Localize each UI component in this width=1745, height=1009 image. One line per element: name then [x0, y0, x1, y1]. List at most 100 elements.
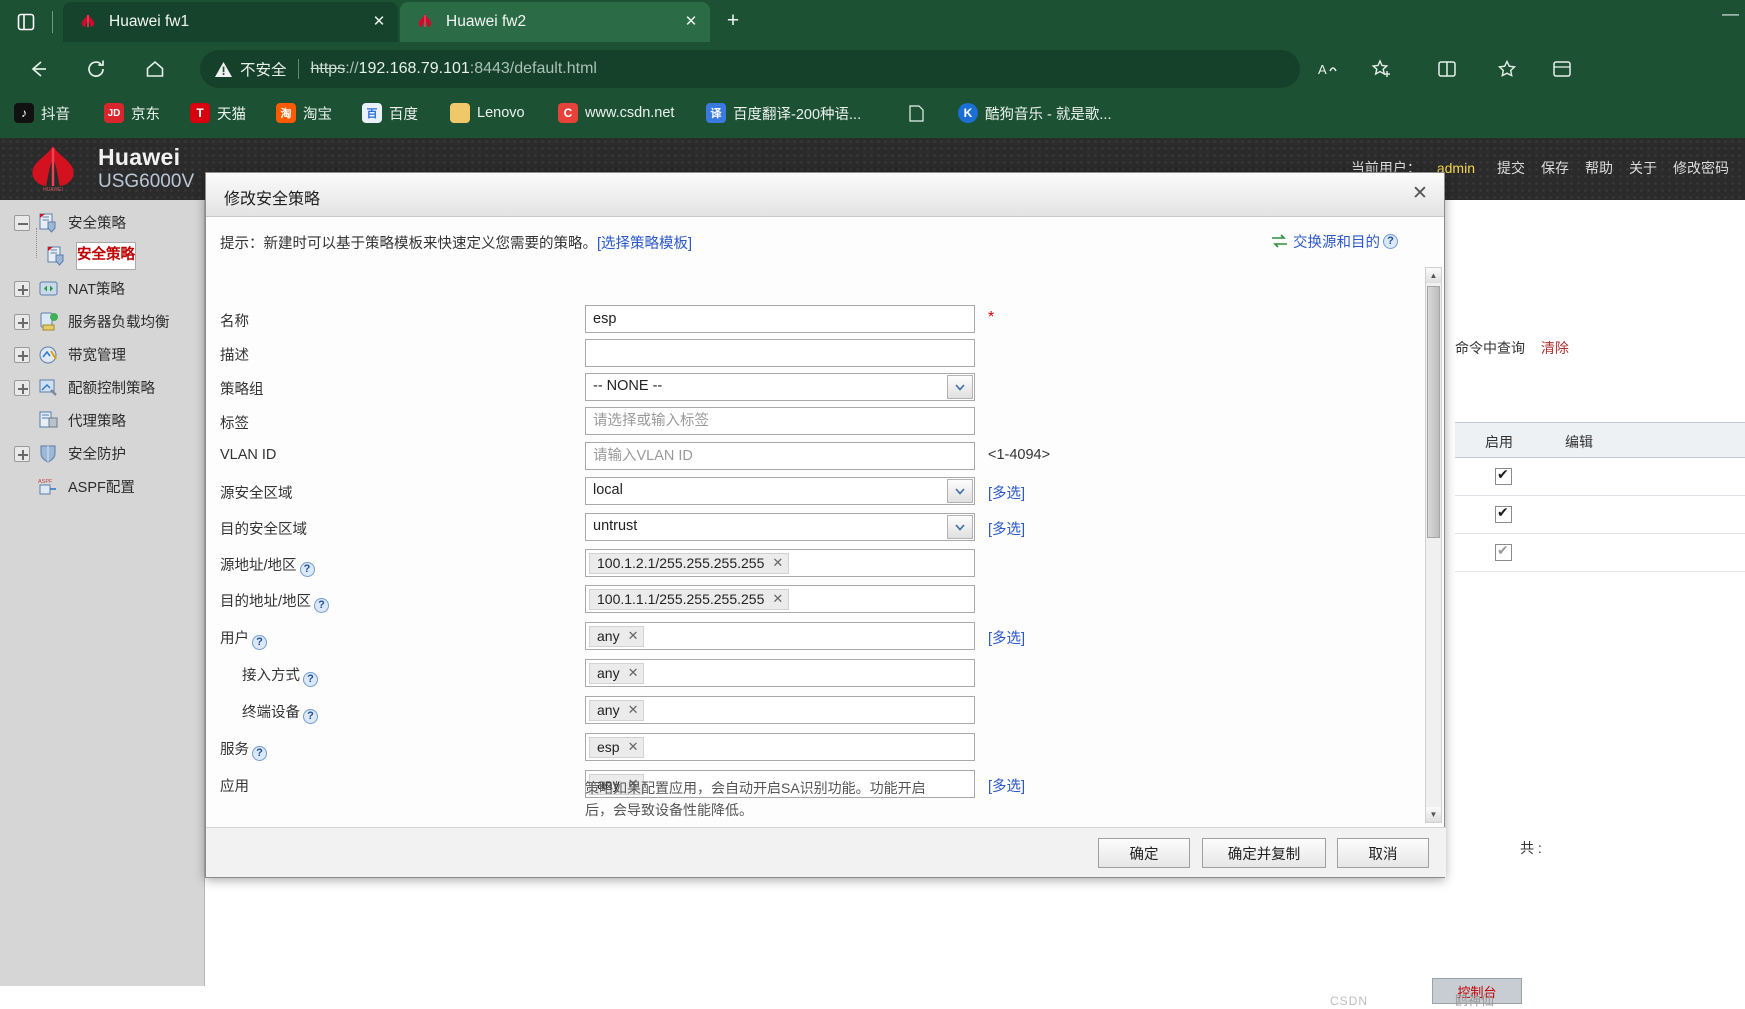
bookmark-item[interactable]: Lenovo — [444, 98, 531, 128]
dialog-scrollbar[interactable]: ▲ ▼ — [1425, 267, 1442, 823]
home-icon[interactable] — [139, 53, 171, 85]
service-tagbox[interactable]: esp ✕ — [585, 733, 975, 761]
remove-tag-icon[interactable]: ✕ — [628, 702, 639, 718]
scroll-thumb[interactable] — [1427, 286, 1440, 538]
reload-icon[interactable] — [80, 53, 112, 85]
sidebar-item-server-load-balance[interactable]: 服务器负载均衡 — [14, 305, 170, 338]
expand-toggle-icon[interactable] — [14, 445, 30, 462]
cancel-button[interactable]: 取消 — [1337, 838, 1429, 868]
sidebar-item-security-protection[interactable]: 安全防护 — [14, 437, 126, 470]
chevron-down-icon[interactable] — [947, 479, 973, 503]
header-action-about[interactable]: 关于 — [1629, 158, 1657, 178]
sidebar-item-quota-policy[interactable]: 配额控制策略 — [14, 371, 155, 404]
bookmark-item[interactable]: 淘淘宝 — [270, 98, 338, 128]
row-enable-checkbox[interactable] — [1495, 504, 1512, 523]
back-arrow-icon[interactable] — [22, 53, 54, 85]
browser-essentials-icon[interactable] — [1545, 53, 1579, 85]
new-tab-button[interactable]: + — [718, 8, 748, 36]
remove-tag-icon[interactable]: ✕ — [628, 665, 639, 681]
scroll-down-button[interactable]: ▼ — [1426, 807, 1441, 822]
read-aloud-icon[interactable]: A — [1312, 53, 1346, 85]
tag-chip[interactable]: any ✕ — [589, 699, 645, 721]
table-row[interactable] — [1455, 534, 1745, 572]
background-clear-label[interactable]: 清除 — [1541, 340, 1569, 356]
dest-zone-multiselect-link[interactable]: [多选] — [988, 518, 1025, 539]
bookmark-item[interactable]: 百百度 — [356, 98, 424, 128]
bookmark-item[interactable]: Cwww.csdn.net — [552, 98, 680, 128]
bookmark-item[interactable]: ♪ 抖音 — [8, 98, 76, 128]
header-action-submit[interactable]: 提交 — [1497, 158, 1525, 178]
tag-chip[interactable]: 100.1.1.1/255.255.255.255 ✕ — [589, 588, 790, 610]
source-zone-multiselect-link[interactable]: [多选] — [988, 482, 1025, 503]
sidebar-item-proxy-policy[interactable]: 代理策略 — [14, 404, 126, 437]
sidebar-item-bandwidth[interactable]: 带宽管理 — [14, 338, 126, 371]
tag-chip[interactable]: esp ✕ — [589, 736, 645, 758]
access-mode-tagbox[interactable]: any ✕ — [585, 659, 975, 687]
tag-chip[interactable]: any ✕ — [589, 625, 645, 647]
sidebar-item-nat-policy[interactable]: NAT策略 — [14, 272, 125, 305]
tab-close-button[interactable]: ✕ — [682, 13, 700, 31]
swap-source-dest-button[interactable]: 交换源和目的 ? — [1271, 231, 1398, 252]
tag-chip[interactable]: any ✕ — [589, 662, 645, 684]
help-icon[interactable]: ? — [252, 746, 267, 761]
sidebar-item-aspf-config[interactable]: ASPF ASPF配置 — [14, 470, 135, 503]
expand-toggle-icon[interactable] — [14, 379, 30, 396]
chevron-down-icon[interactable] — [947, 515, 973, 539]
table-row[interactable] — [1455, 496, 1745, 534]
name-input[interactable] — [585, 305, 975, 333]
background-query-label[interactable]: 命令中查询 — [1455, 340, 1525, 356]
tag-chip[interactable]: 100.1.2.1/255.255.255.255 ✕ — [589, 552, 790, 574]
policy-group-select[interactable]: -- NONE -- — [585, 373, 975, 401]
help-icon[interactable]: ? — [1383, 234, 1398, 249]
expand-toggle-icon[interactable] — [14, 313, 30, 330]
tab-close-button[interactable]: ✕ — [370, 13, 388, 31]
collections-icon[interactable] — [1490, 53, 1524, 85]
vlan-id-input[interactable] — [585, 442, 975, 470]
dest-zone-select[interactable]: untrust — [585, 513, 975, 541]
ok-button[interactable]: 确定 — [1098, 838, 1190, 868]
browser-tab-2[interactable]: Huawei fw2 ✕ — [400, 2, 710, 42]
terminal-device-tagbox[interactable]: any ✕ — [585, 696, 975, 724]
tab-list-icon[interactable] — [12, 8, 40, 36]
help-icon[interactable]: ? — [252, 635, 267, 650]
help-icon[interactable]: ? — [303, 672, 318, 687]
help-icon[interactable]: ? — [314, 598, 330, 613]
row-enable-checkbox[interactable] — [1495, 542, 1512, 561]
add-favorite-icon[interactable] — [1365, 53, 1399, 85]
remove-tag-icon[interactable]: ✕ — [772, 591, 783, 607]
help-icon[interactable]: ? — [303, 709, 318, 724]
row-enable-checkbox[interactable] — [1495, 466, 1512, 485]
sidebar-item-security-policy[interactable]: 安全策略 — [14, 206, 126, 239]
remove-tag-icon[interactable]: ✕ — [628, 628, 639, 644]
scroll-up-button[interactable]: ▲ — [1426, 268, 1441, 283]
bookmark-item[interactable]: 译百度翻译-200种语... — [700, 98, 867, 128]
address-bar[interactable]: 不安全 https://192.168.79.101:8443/default.… — [200, 50, 1300, 88]
help-icon[interactable]: ? — [299, 562, 315, 577]
header-action-help[interactable]: 帮助 — [1585, 158, 1613, 178]
dest-address-tagbox[interactable]: 100.1.1.1/255.255.255.255 ✕ — [585, 585, 975, 613]
bookmark-item[interactable]: T 天猫 — [184, 98, 252, 128]
collapse-toggle-icon[interactable] — [14, 214, 30, 231]
sidebar-item-security-policy-child[interactable]: 安全策略 — [46, 239, 136, 272]
description-input[interactable] — [585, 339, 975, 367]
remove-tag-icon[interactable]: ✕ — [772, 555, 783, 571]
select-policy-template-link[interactable]: [选择策略模板] — [597, 236, 692, 252]
source-address-tagbox[interactable]: 100.1.2.1/255.255.255.255 ✕ — [585, 549, 975, 577]
bookmark-item[interactable]: K 酷狗音乐 - 就是歌... — [952, 98, 1117, 128]
ok-copy-button[interactable]: 确定并复制 — [1202, 838, 1326, 868]
browser-tab-1[interactable]: Huawei fw1 ✕ — [63, 2, 398, 42]
tag-input[interactable] — [585, 407, 975, 435]
expand-toggle-icon[interactable] — [14, 346, 30, 363]
user-tagbox[interactable]: any ✕ — [585, 622, 975, 650]
close-icon[interactable]: ✕ — [1408, 183, 1432, 207]
user-multiselect-link[interactable]: [多选] — [988, 627, 1025, 648]
remove-tag-icon[interactable]: ✕ — [628, 739, 639, 755]
split-screen-icon[interactable] — [1430, 53, 1464, 85]
source-zone-select[interactable]: local — [585, 477, 975, 505]
bookmark-item[interactable]: JD 京东 — [98, 98, 166, 128]
header-action-save[interactable]: 保存 — [1541, 158, 1569, 178]
expand-toggle-icon[interactable] — [14, 280, 30, 297]
bookmark-item[interactable] — [900, 98, 939, 128]
chevron-down-icon[interactable] — [947, 375, 973, 399]
table-row[interactable] — [1455, 458, 1745, 496]
